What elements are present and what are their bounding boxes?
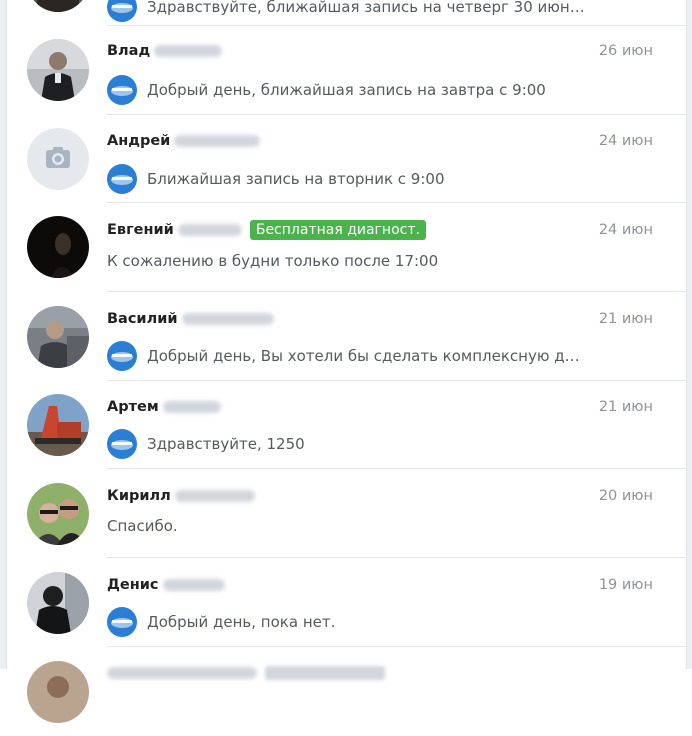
company-logo-icon	[107, 0, 137, 22]
dialog-message-line: Здравствуйте, 1250	[107, 429, 305, 459]
status-badge: Бесплатная диагност.	[249, 220, 426, 240]
dialog-date: 20 июн	[598, 488, 653, 504]
dialog-last-message: Добрый день, ближайшая запись на завтра …	[147, 81, 546, 99]
avatar[interactable]	[27, 0, 89, 12]
dialog-row[interactable]: Артем 21 июн Здравствуйте, 1250	[7, 381, 686, 469]
dialog-name-line: Денис	[107, 575, 225, 595]
contact-first-name[interactable]: Денис	[107, 577, 159, 593]
company-logo-icon	[107, 607, 137, 637]
avatar[interactable]	[27, 483, 89, 545]
contact-first-name[interactable]: Влад	[107, 43, 150, 59]
dialog-row[interactable]: Василий 21 июн Добрый день, Вы хотели бы…	[7, 292, 686, 381]
company-logo-icon	[107, 429, 137, 459]
blurred-badge	[265, 666, 385, 680]
camera-icon	[46, 147, 70, 168]
dialog-message-line: Здравствуйте, ближайшая запись на четвер…	[107, 0, 587, 22]
dialog-name-line: Артем	[107, 397, 221, 417]
dialog-row[interactable]: Андрей 24 июн Ближайшая запись на вторни…	[7, 115, 686, 203]
dialog-name-line: Кирилл	[107, 486, 255, 506]
avatar[interactable]	[27, 661, 89, 723]
avatar[interactable]	[27, 39, 89, 101]
dialog-row[interactable]: Кирилл 20 июн Спасибо.	[7, 469, 686, 558]
company-logo-icon	[107, 164, 137, 194]
blurred-surname	[162, 579, 225, 591]
contact-first-name[interactable]: Кирилл	[107, 488, 171, 504]
dialog-message-line: Спасибо.	[107, 511, 178, 541]
contact-first-name[interactable]: Андрей	[107, 133, 170, 149]
dialog-message-line: Добрый день, пока нет.	[107, 607, 335, 637]
dialog-row[interactable]	[7, 647, 686, 736]
avatar[interactable]	[27, 394, 89, 456]
dialog-last-message: Здравствуйте, ближайшая запись на четвер…	[147, 0, 587, 16]
dialog-date: 24 июн	[598, 133, 653, 149]
dialog-last-message: Ближайшая запись на вторник с 9:00	[147, 170, 445, 188]
blurred-surname	[154, 45, 223, 57]
contact-first-name[interactable]: Василий	[107, 311, 178, 327]
dialog-message-line: К сожалению в будни только после 17:00	[107, 246, 438, 276]
avatar[interactable]	[27, 306, 89, 368]
dialog-message-line: Ближайшая запись на вторник с 9:00	[107, 164, 445, 194]
dialog-last-message: К сожалению в будни только после 17:00	[107, 252, 439, 270]
dialog-date: 19 июн	[598, 577, 653, 593]
dialog-last-message: Спасибо.	[107, 517, 178, 535]
dialog-date: 21 июн	[598, 311, 653, 327]
blurred-surname	[177, 224, 242, 236]
dialog-name-line: Андрей	[107, 131, 261, 151]
company-logo-icon	[107, 341, 137, 371]
dialog-message-line: Добрый день, ближайшая запись на завтра …	[107, 75, 546, 105]
dialog-row[interactable]: Влад 26 июн Добрый день, ближайшая запис…	[7, 26, 686, 115]
dialog-row[interactable]: Денис 19 июн Добрый день, пока нет.	[7, 558, 686, 647]
dialog-name-line: Влад	[107, 41, 223, 61]
avatar[interactable]	[27, 572, 89, 634]
dialog-name-line: Василий	[107, 309, 274, 329]
dialog-name-line	[107, 663, 385, 683]
dialog-name-line: Евгений Бесплатная диагност.	[107, 220, 426, 240]
dialog-last-message: Здравствуйте, 1250	[147, 435, 305, 453]
dialog-row[interactable]: Здравствуйте, ближайшая запись на четвер…	[7, 0, 686, 26]
blurred-surname	[181, 313, 274, 325]
avatar[interactable]	[27, 128, 89, 190]
right-frame-edge	[686, 0, 692, 669]
dialog-date: 21 июн	[598, 399, 653, 415]
left-frame-edge	[0, 0, 7, 669]
dialog-last-message: Добрый день, пока нет.	[147, 613, 336, 631]
dialog-date: 26 июн	[598, 43, 653, 59]
blurred-surname	[174, 490, 255, 502]
contact-first-name[interactable]: Евгений	[107, 222, 174, 238]
company-logo-icon	[107, 75, 137, 105]
dialog-row[interactable]: Евгений Бесплатная диагност. 24 июн К со…	[7, 203, 686, 292]
dialog-date: 24 июн	[598, 222, 653, 238]
contact-first-name[interactable]: Артем	[107, 399, 159, 415]
blurred-surname	[174, 135, 261, 147]
dialog-message-line: Добрый день, Вы хотели бы сделать компле…	[107, 341, 587, 371]
blurred-surname	[162, 401, 221, 413]
avatar[interactable]	[27, 216, 89, 278]
dialog-last-message: Добрый день, Вы хотели бы сделать компле…	[147, 347, 587, 365]
